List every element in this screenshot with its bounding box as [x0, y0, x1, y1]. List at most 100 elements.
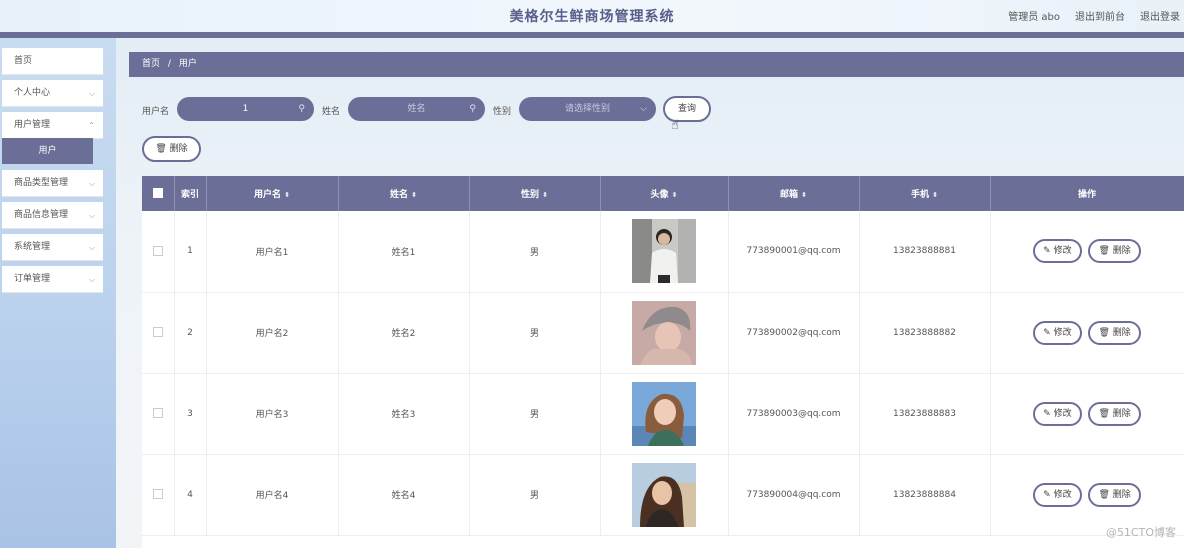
gender-cell: 男: [469, 292, 601, 374]
sort-icon[interactable]: ⬍: [411, 191, 417, 199]
sort-icon[interactable]: ⬍: [542, 191, 548, 199]
app-title: 美格尔生鲜商场管理系统: [509, 9, 675, 25]
name-header-label: 姓名: [390, 190, 409, 200]
chevron-down-icon: ⌵: [88, 89, 95, 98]
gender-cell: 男: [469, 454, 601, 536]
query-button-label: 查询: [677, 104, 696, 114]
sort-icon[interactable]: ⬍: [801, 191, 807, 199]
sidebar-item-label: 首页: [14, 56, 33, 66]
edit-button[interactable]: ✎ 修改: [1033, 482, 1082, 507]
name-header[interactable]: 姓名 ⬍: [338, 176, 470, 211]
edit-icon: ✎: [1043, 327, 1051, 338]
mouse-pointer-icon: ☝︎: [671, 118, 679, 133]
phone-header-label: 手机: [911, 190, 930, 200]
edit-icon: ✎: [1043, 246, 1051, 257]
logout-link[interactable]: 退出登录: [1140, 8, 1180, 23]
select-all-header[interactable]: [142, 176, 175, 211]
batch-delete-label: 删除: [169, 144, 188, 154]
table-header-row: 索引 用户名 ⬍ 姓名 ⬍ 性别 ⬍ 头像 ⬍ 邮箱 ⬍ 手机 ⬍ 操作: [142, 176, 1184, 211]
avatar-image: [632, 381, 696, 446]
select-all-checkbox[interactable]: [152, 188, 163, 199]
avatar-header[interactable]: 头像 ⬍: [600, 176, 729, 211]
phone-cell: 13823888883: [859, 373, 991, 455]
search-icon: ⚲: [298, 104, 305, 114]
index-cell: 4: [174, 454, 207, 536]
sidebar-item-personal-center[interactable]: 个人中心 ⌵: [2, 80, 103, 107]
row-checkbox[interactable]: [152, 327, 163, 338]
edit-button[interactable]: ✎ 修改: [1033, 320, 1082, 345]
sort-icon[interactable]: ⬍: [672, 191, 678, 199]
gender-header-label: 性别: [521, 190, 540, 200]
batch-delete-button[interactable]: 🗑︎ 删除: [142, 136, 201, 162]
trash-icon: 🗑︎: [1098, 246, 1110, 257]
sidebar-item-orders[interactable]: 订单管理 ⌵: [2, 266, 103, 293]
sidebar-item-label: 个人中心: [14, 88, 51, 98]
chevron-down-icon: ⌵: [88, 179, 95, 188]
index-header: 索引: [174, 176, 207, 211]
edit-label: 修改: [1053, 246, 1072, 257]
delete-button[interactable]: 🗑︎ 删除: [1088, 482, 1141, 507]
gender-cell: 男: [469, 373, 601, 455]
delete-label: 删除: [1112, 327, 1131, 338]
chevron-down-icon: ⌵: [88, 211, 95, 220]
breadcrumb-home[interactable]: 首页: [142, 59, 160, 69]
row-checkbox[interactable]: [152, 246, 163, 256]
delete-button[interactable]: 🗑︎ 删除: [1088, 320, 1141, 345]
gender-select[interactable]: 请选择性别 ⌵: [519, 97, 656, 121]
username-header-label: 用户名: [254, 190, 282, 200]
sidebar-item-system[interactable]: 系统管理 ⌵: [2, 234, 103, 261]
avatar-cell: [600, 292, 729, 374]
breadcrumb-current: 用户: [178, 59, 197, 69]
phone-header[interactable]: 手机 ⬍: [859, 176, 991, 211]
actions-cell: ✎ 修改 🗑︎ 删除: [990, 211, 1184, 293]
delete-button[interactable]: 🗑︎ 删除: [1088, 239, 1141, 264]
sidebar-item-label: 商品信息管理: [14, 210, 69, 220]
index-cell: 3: [174, 373, 207, 455]
edit-button[interactable]: ✎ 修改: [1033, 239, 1082, 264]
sidebar-item-product-type[interactable]: 商品类型管理 ⌵: [2, 170, 103, 197]
email-cell: 773890004@qq.com: [728, 454, 860, 536]
edit-label: 修改: [1053, 327, 1072, 338]
index-cell: 1: [174, 211, 207, 293]
chevron-up-icon: ⌃: [88, 121, 95, 130]
row-select-cell: [142, 292, 175, 374]
breadcrumb: 首页 / 用户: [129, 52, 1184, 77]
sidebar-item-user-management[interactable]: 用户管理 ⌃: [2, 112, 103, 139]
breadcrumb-separator: /: [167, 59, 171, 69]
delete-label: 删除: [1112, 246, 1131, 257]
sort-icon[interactable]: ⬍: [932, 191, 938, 199]
edit-button[interactable]: ✎ 修改: [1033, 401, 1082, 426]
username-cell: 用户名4: [206, 454, 339, 536]
sidebar: 首页 个人中心 ⌵ 用户管理 ⌃ 用户 商品类型管理 ⌵ 商品信息管理 ⌵ 系统…: [0, 38, 116, 548]
trash-icon: 🗑︎: [1098, 327, 1110, 338]
main-content: 首页 / 用户 用户名 1 ⚲ 姓名 姓名 ⚲ 性别 请选择性别 ⌵ 查询 🗑︎…: [116, 38, 1184, 548]
sidebar-item-product-info[interactable]: 商品信息管理 ⌵: [2, 202, 103, 229]
gender-header[interactable]: 性别 ⬍: [469, 176, 601, 211]
delete-button[interactable]: 🗑︎ 删除: [1088, 401, 1141, 426]
avatar-cell: [600, 373, 729, 455]
row-checkbox[interactable]: [152, 489, 163, 500]
name-cell: 姓名1: [338, 211, 470, 293]
trash-icon: 🗑︎: [155, 144, 167, 154]
row-checkbox[interactable]: [152, 408, 163, 419]
avatar-image: [632, 462, 696, 527]
actions-header: 操作: [990, 176, 1184, 211]
name-search-input[interactable]: 姓名 ⚲: [348, 97, 485, 121]
phone-cell: 13823888884: [859, 454, 991, 536]
row-select-cell: [142, 373, 175, 455]
gender-label: 性别: [493, 107, 512, 117]
username-header[interactable]: 用户名 ⬍: [206, 176, 339, 211]
sort-icon[interactable]: ⬍: [284, 191, 290, 199]
exit-to-front-link[interactable]: 退出到前台: [1075, 8, 1125, 23]
username-cell: 用户名1: [206, 211, 339, 293]
username-label: 用户名: [142, 107, 170, 117]
sidebar-subitem-user[interactable]: 用户: [2, 138, 93, 164]
actions-cell: ✎ 修改 🗑︎ 删除: [990, 454, 1184, 536]
top-header: 美格尔生鲜商场管理系统 管理员 abo 退出到前台 退出登录: [0, 0, 1184, 33]
username-search-input[interactable]: 1 ⚲: [177, 97, 314, 121]
username-cell: 用户名3: [206, 373, 339, 455]
sidebar-item-label: 用户管理: [14, 120, 51, 130]
email-header[interactable]: 邮箱 ⬍: [728, 176, 860, 211]
sidebar-item-home[interactable]: 首页: [2, 48, 103, 75]
avatar-cell: [600, 454, 729, 536]
